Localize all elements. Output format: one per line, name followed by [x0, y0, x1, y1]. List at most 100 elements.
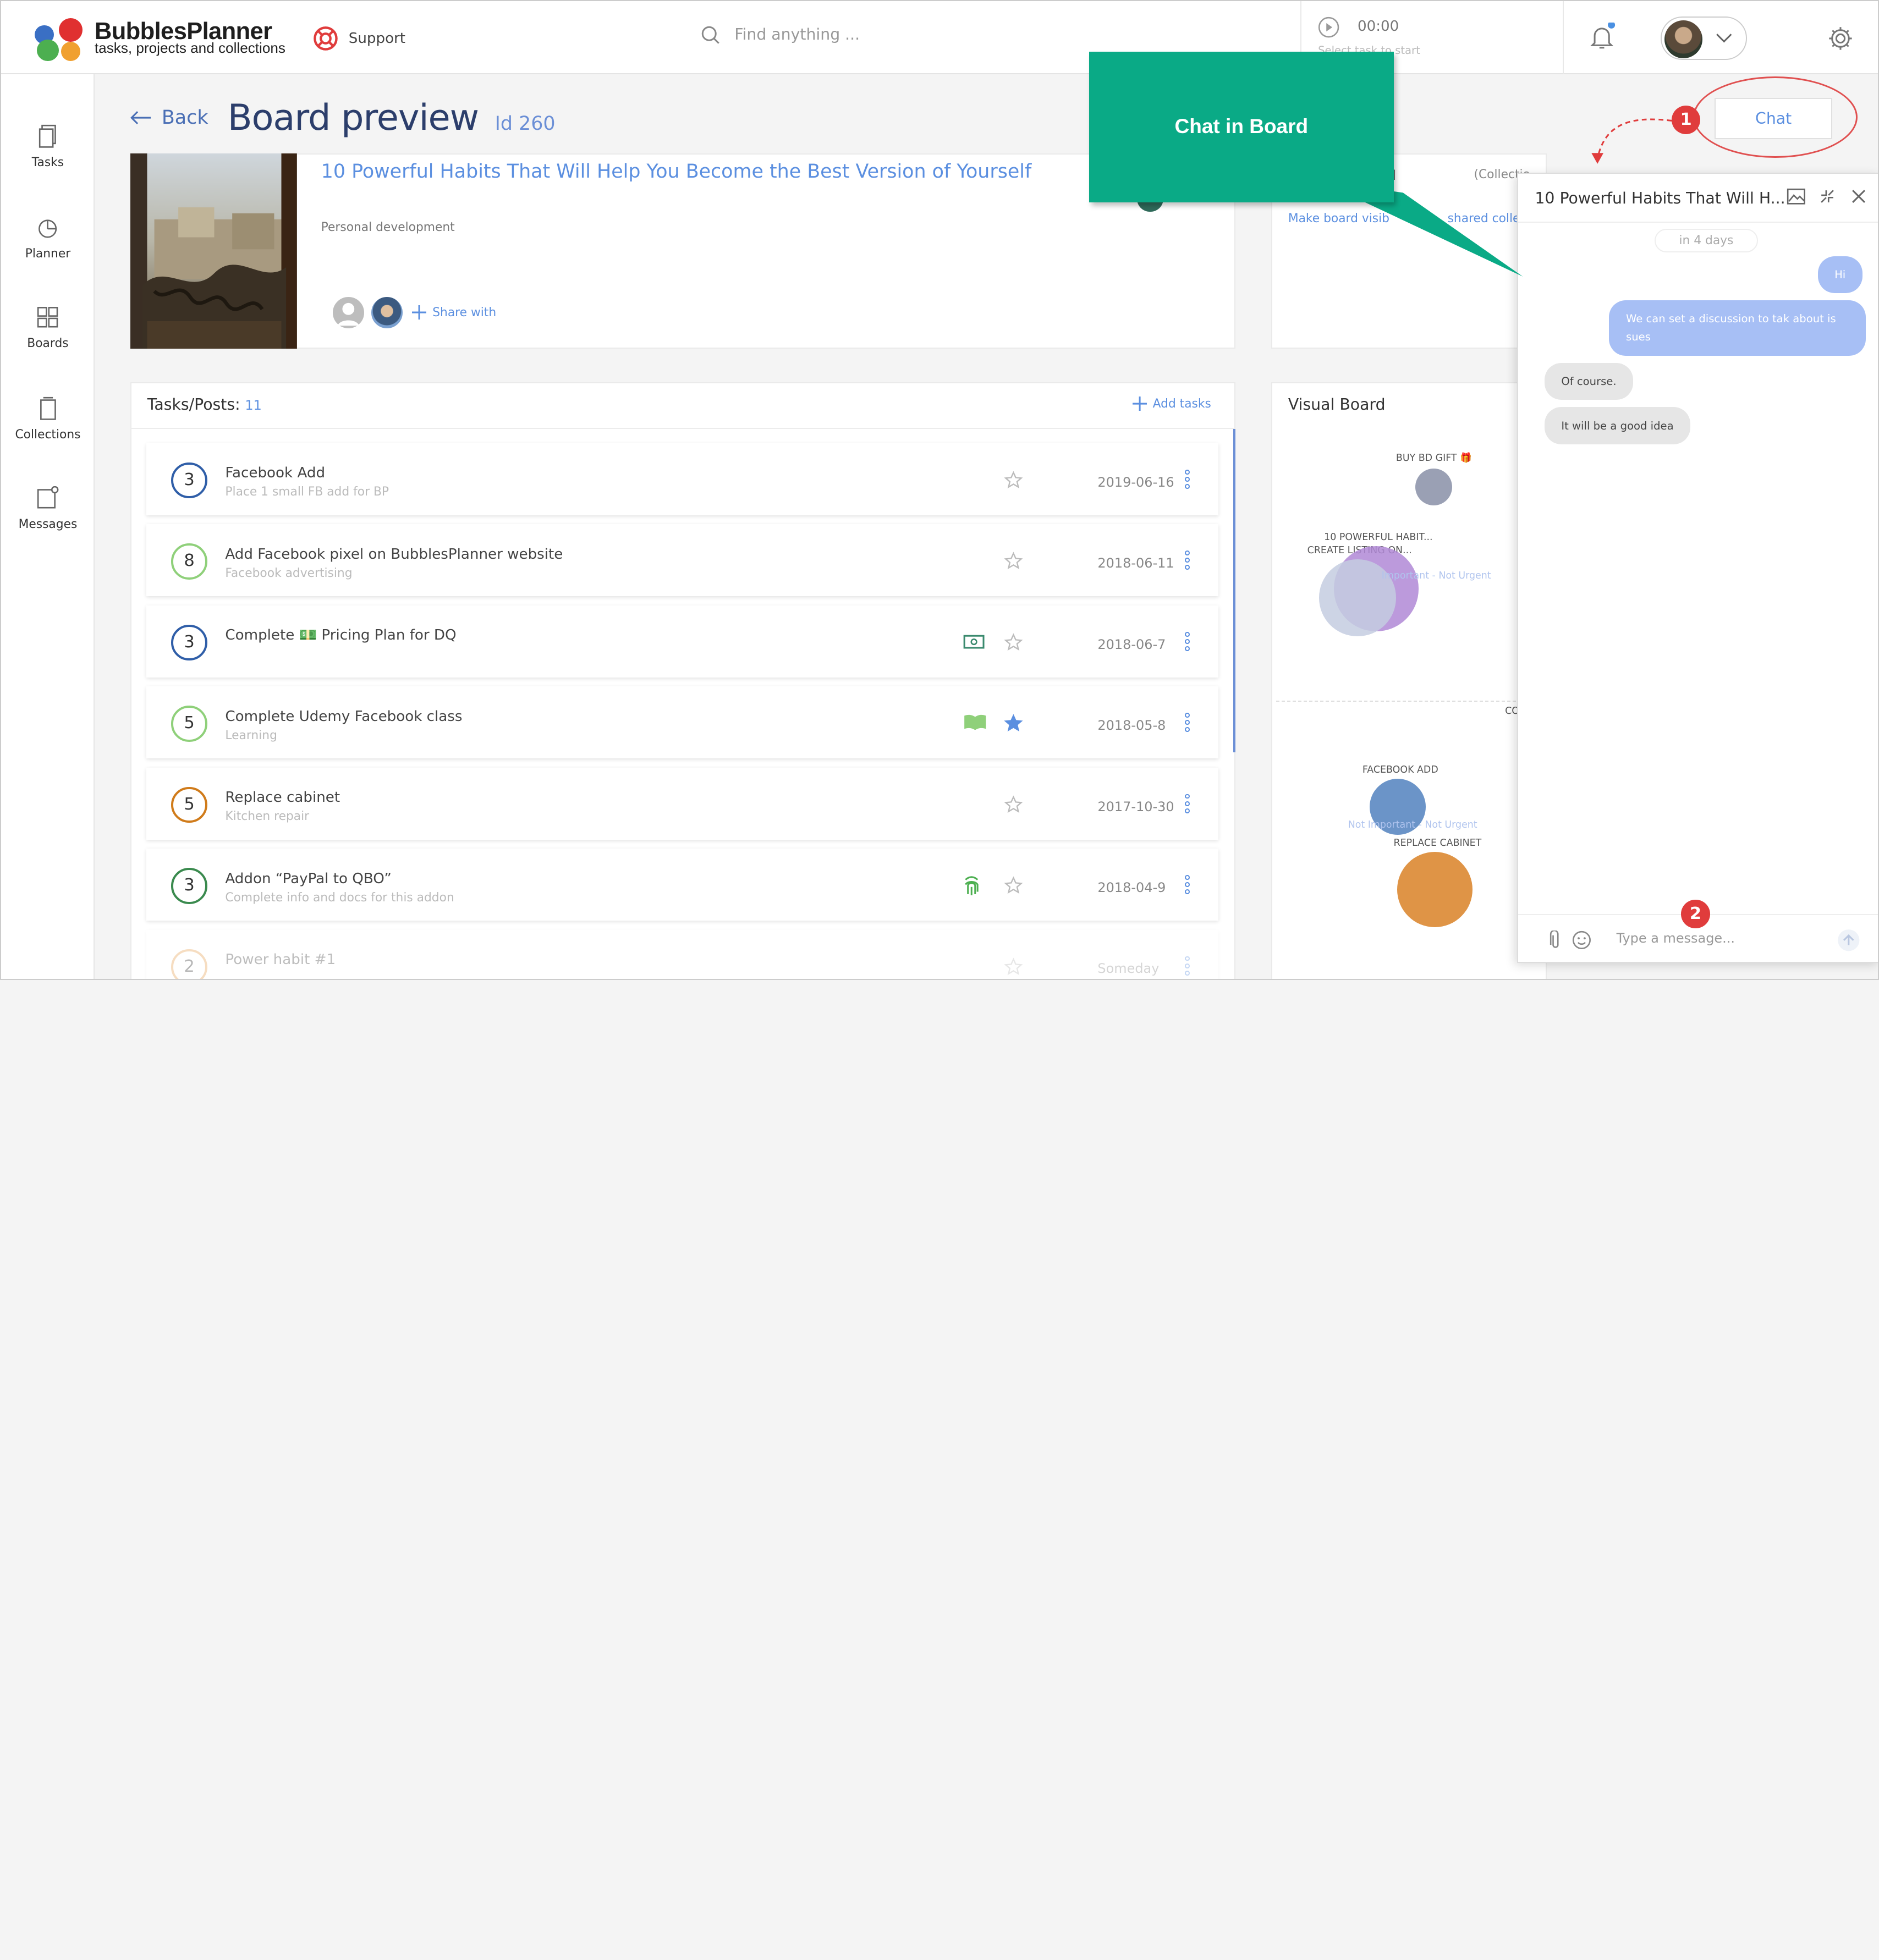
more-options-icon[interactable] [1185, 469, 1192, 491]
user-menu[interactable] [1661, 16, 1748, 60]
more-options-icon[interactable] [1185, 875, 1192, 896]
star-icon[interactable] [1004, 957, 1024, 979]
quadrant-label: Not Important - Not Urgent [1348, 819, 1477, 830]
close-icon[interactable] [1851, 189, 1866, 203]
tasks-label: Tasks/Posts: [147, 395, 240, 414]
more-options-icon[interactable] [1185, 550, 1192, 572]
avatar[interactable] [331, 294, 367, 331]
task-row[interactable]: 3 Complete 💵 Pricing Plan for DQ 2018-06-7 [146, 605, 1219, 678]
arrow-left-icon [130, 111, 151, 124]
star-icon[interactable] [1004, 795, 1024, 819]
task-title[interactable]: Facebook Add [225, 465, 325, 481]
divider [1518, 221, 1878, 223]
star-icon[interactable] [1004, 876, 1024, 900]
task-title[interactable]: Addon “PayPal to QBO” [225, 871, 392, 887]
board-cover-image[interactable] [130, 153, 298, 349]
search-input[interactable]: Find anything ... [734, 25, 860, 43]
sidebar-item-label: Messages [18, 517, 78, 531]
sidebar-item-collections[interactable]: Collections [1, 397, 95, 442]
star-icon[interactable] [1004, 552, 1024, 576]
star-icon[interactable] [1004, 714, 1024, 738]
money-icon [963, 632, 985, 654]
bell-icon[interactable] [1587, 21, 1616, 56]
star-icon[interactable] [1004, 471, 1024, 495]
task-title[interactable]: Add Facebook pixel on BubblesPlanner web… [225, 546, 563, 563]
task-subtitle: Kitchen repair [225, 810, 310, 824]
paperclip-icon[interactable] [1550, 931, 1562, 950]
add-tasks-button[interactable]: Add tasks [1132, 396, 1211, 411]
message-input[interactable]: Type a message... [1617, 931, 1735, 946]
plus-icon [1132, 396, 1147, 411]
task-row[interactable]: 3 Addon “PayPal to QBO” Complete info and … [146, 849, 1219, 921]
more-options-icon[interactable] [1185, 794, 1192, 816]
sidebar-item-planner[interactable]: Planner [1, 216, 95, 261]
sidebar-item-label: Tasks [31, 156, 64, 170]
share-section: Share with [331, 294, 496, 331]
search-icon [702, 26, 720, 44]
timer-value: 00:00 [1357, 18, 1399, 35]
sidebar-item-messages[interactable]: Messages [1, 486, 95, 531]
task-date: 2017-10-30 [1097, 799, 1174, 814]
task-date: 2019-06-16 [1097, 474, 1174, 490]
share-with-button[interactable]: Share with [412, 305, 496, 320]
visual-board-title: Visual Board [1288, 395, 1386, 414]
app-window: BubblesPlanner tasks, projects and colle… [0, 0, 1879, 981]
sidebar-item-tasks[interactable]: Tasks [1, 124, 95, 169]
task-title[interactable]: Complete 💵 Pricing Plan for DQ [225, 627, 456, 643]
task-subtitle: Place 1 small FB add for BP [225, 485, 389, 499]
bubble-label: REPLACE CABINET [1393, 837, 1482, 849]
support-link[interactable]: Support [312, 25, 405, 52]
divider [130, 427, 1235, 429]
task-date: 2018-04-9 [1097, 880, 1166, 895]
tasks-header: Tasks/Posts: 11 [147, 395, 262, 414]
task-date: 2018-06-7 [1097, 636, 1166, 652]
back-label: Back [161, 106, 208, 129]
minimize-icon[interactable] [1820, 189, 1834, 203]
priority-badge: 8 [171, 543, 207, 580]
chevron-down-icon [1716, 34, 1732, 43]
task-title[interactable]: Replace cabinet [225, 789, 340, 806]
more-options-icon[interactable] [1185, 713, 1192, 734]
add-tasks-label: Add tasks [1152, 397, 1211, 411]
star-icon[interactable] [1004, 633, 1024, 657]
share-label: Share with [432, 305, 497, 320]
task-date: 2018-05-8 [1097, 718, 1166, 734]
task-title[interactable]: Complete Udemy Facebook class [225, 708, 462, 725]
book-icon [963, 713, 987, 735]
scrollbar[interactable] [1233, 428, 1235, 752]
board-name[interactable]: 10 Powerful Habits That Will Help You Be… [321, 161, 1032, 183]
boards-icon [37, 307, 58, 328]
chat-message: Of course. [1544, 362, 1634, 400]
task-row[interactable]: 3 Facebook Add Place 1 small FB add for BP… [146, 443, 1219, 515]
bubble[interactable] [1397, 851, 1473, 928]
play-icon[interactable] [1318, 16, 1339, 38]
logo-icon[interactable] [35, 18, 87, 61]
search-box[interactable]: Find anything ... [701, 25, 860, 45]
date-chip: in 4 days [1655, 228, 1758, 253]
gear-icon[interactable] [1827, 25, 1854, 57]
task-row[interactable]: 5 Replace cabinet Kitchen repair 2017-10-30 [146, 767, 1219, 840]
task-row[interactable]: 8 Add Facebook pixel on BubblesPlanner we… [146, 524, 1219, 597]
chat-message: We can set a discussion to tak about is … [1609, 300, 1866, 356]
task-row[interactable]: 5 Complete Udemy Facebook class Learning 20… [146, 686, 1219, 759]
board-category: Personal development [321, 220, 455, 234]
back-button[interactable]: Back [130, 107, 208, 129]
callout-chat-in-board: Chat in Board [1089, 51, 1394, 202]
more-options-icon[interactable] [1185, 631, 1192, 653]
collections-icon [40, 397, 56, 420]
emoji-icon[interactable] [1572, 931, 1591, 950]
avatar[interactable] [369, 294, 405, 331]
bubble[interactable] [1415, 468, 1453, 506]
tasks-count: 11 [245, 397, 262, 413]
sidebar-item-boards[interactable]: Boards [1, 305, 95, 350]
task-title[interactable]: Power habit #1 [225, 951, 336, 968]
more-options-icon[interactable] [1185, 956, 1192, 978]
send-icon[interactable] [1837, 928, 1861, 953]
highlight-ellipse [1693, 76, 1858, 158]
quadrant-label: Important - Not Urgent [1381, 570, 1491, 581]
priority-badge: 3 [171, 868, 207, 904]
sidebar-item-label: Planner [25, 246, 71, 261]
lifebuoy-icon [314, 26, 338, 51]
task-row[interactable]: 2 Power habit #1 Someday [146, 929, 1219, 979]
image-icon[interactable] [1787, 188, 1806, 205]
